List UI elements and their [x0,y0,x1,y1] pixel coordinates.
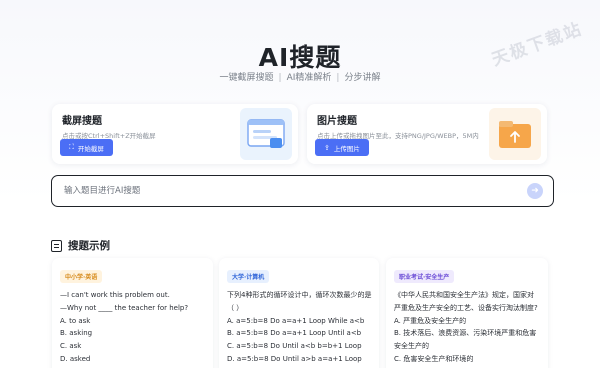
feature-item: 一键截屏搜题 [219,73,274,83]
screenshot-search-card[interactable]: 截屏搜题 点击或按Ctrl+Shift+Z开始截屏 ⛶ 开始截屏 [52,104,298,164]
question-search-box[interactable]: ➜ [51,175,554,207]
image-illustration [489,108,541,160]
upload-image-button[interactable]: ⇪ 上传图片 [315,139,369,156]
option-line: D. a=5:b=8 Do Until a>b a=a+1 Loop [227,354,362,363]
start-screenshot-button[interactable]: ⛶ 开始截屏 [60,139,113,156]
question-line: （ ） [227,303,244,312]
section-title: 搜题示例 [68,240,110,252]
option-line: B. asking [60,329,93,338]
document-icon [51,239,62,252]
question-line: 下列4种形式的循环设计中，循环次数最少的是 [227,291,372,299]
example-card[interactable]: 职业考试·安全生产 《中华人民共和国安全生产法》规定，国家对严重危及生产安全的工… [386,258,548,368]
option-line: C. ask [60,342,82,351]
question-line: 《中华人民共和国安全生产法》规定，国家对严重危及生产安全的工艺、设备实行淘汰制度… [394,291,538,312]
question-line: —I can't work this problem out. [60,291,170,299]
option-line: A. to ask [60,316,91,325]
question-line: —Why not ____ the teacher for help? [60,303,189,312]
feature-item: 分步讲解 [344,73,381,83]
search-input[interactable] [64,183,504,199]
option-line: B. 技术落后、浪费资源、污染环境严重和危害安全生产的 [394,329,537,351]
option-line: A. a=5:b=8 Do a=a+1 Loop While a<b [227,316,365,325]
option-line: C. 危害安全生产和环境的 [394,354,474,363]
option-line: D. asked [60,354,91,363]
option-line: C. a=5:b=8 Do Until a<b b=b+1 Loop [227,342,362,351]
subject-tag: 中小学·英语 [60,270,103,283]
upload-icon: ⇪ [324,143,330,152]
feature-item: AI精准解析 [286,73,332,83]
screenshot-illustration [240,108,292,160]
feature-separator: | [336,73,340,83]
arrow-right-icon[interactable]: ➜ [527,183,543,199]
feature-list: 一键截屏搜题 | AI精准解析 | 分步讲解 [0,70,600,83]
examples-header: 搜题示例 [51,238,110,253]
option-line: A. 严重危及安全生产的 [394,316,467,325]
image-search-card[interactable]: 图片搜题 点击上传或拖拽图片至此，支持PNG/JPG/WEBP，5M内 ⇪ 上传… [307,104,547,164]
subject-tag: 职业考试·安全生产 [394,270,455,283]
feature-separator: | [278,73,282,83]
scan-icon: ⛶ [69,143,74,151]
button-label: 开始截屏 [77,144,104,153]
example-card[interactable]: 大学·计算机 下列4种形式的循环设计中，循环次数最少的是 （ ） A. a=5:… [219,258,379,368]
page-title: AI搜题 [258,43,342,72]
option-line: B. a=5:b=8 Do a=a+1 Loop Until a<b [227,329,362,338]
example-card[interactable]: 中小学·英语 —I can't work this problem out. —… [52,258,213,368]
button-label: 上传图片 [333,144,360,153]
subject-tag: 大学·计算机 [227,270,270,283]
